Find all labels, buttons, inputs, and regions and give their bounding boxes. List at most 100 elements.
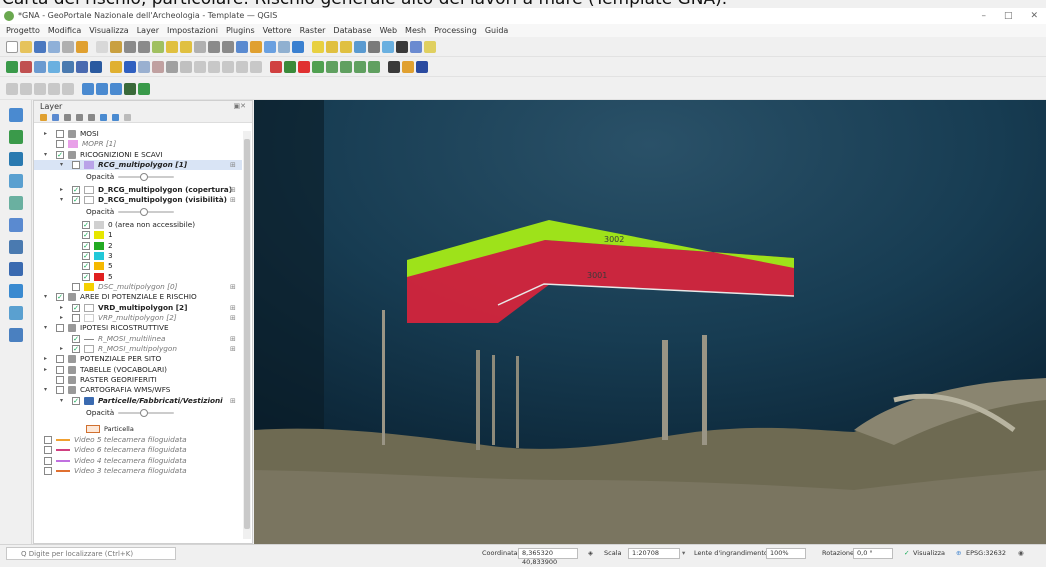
slider-handle[interactable] [140, 409, 148, 418]
new-geopackage-icon[interactable] [8, 130, 23, 144]
collapse-all-icon[interactable] [112, 113, 119, 121]
vertex-tool-icon[interactable] [152, 60, 164, 73]
menu-raster[interactable]: Raster [300, 24, 326, 37]
rotate-label-icon[interactable] [326, 60, 338, 73]
visibility-checkbox[interactable] [56, 376, 64, 385]
add-spatialite-icon[interactable] [62, 60, 74, 73]
move-feature-icon[interactable] [166, 60, 178, 73]
zoom-next-icon[interactable] [222, 40, 234, 53]
visibility-checkbox[interactable] [56, 140, 64, 149]
layer-rcg[interactable]: ▾ RCG_multipolygon [1] ⊞ [34, 160, 242, 171]
menu-plugins[interactable]: Plugins [226, 24, 255, 37]
diagram-tool-icon[interactable] [368, 60, 380, 73]
refresh-icon[interactable] [292, 40, 304, 53]
menu-guida[interactable]: Guida [485, 24, 508, 37]
maximize-icon[interactable]: □ [1004, 8, 1013, 24]
add-vector-layer-icon[interactable] [6, 60, 18, 73]
copy-features-icon[interactable] [208, 60, 220, 73]
visibility-checkbox[interactable] [72, 161, 80, 170]
class-checkbox[interactable]: ✓ [82, 231, 90, 240]
pin-label-icon[interactable] [284, 60, 296, 73]
measure-icon[interactable] [410, 40, 422, 53]
current-edits-icon[interactable] [6, 82, 18, 95]
menu-modifica[interactable]: Modifica [48, 24, 81, 37]
panel-close-icon[interactable]: ▣✕ [234, 101, 246, 112]
legend-class-5[interactable]: ✓ 5 [34, 272, 242, 282]
layer-video-5[interactable]: Video 5 telecamera filoguidata [34, 435, 242, 445]
expand-arrow-icon[interactable]: ▸ [44, 365, 47, 375]
redo-icon[interactable] [250, 60, 262, 73]
menu-mesh[interactable]: Mesh [405, 24, 426, 37]
new-shapefile-icon[interactable] [8, 152, 23, 166]
gna-tool-icon[interactable] [138, 82, 150, 95]
delete-selected-icon[interactable] [180, 60, 192, 73]
add-mesh-layer-icon[interactable] [8, 240, 23, 254]
class-checkbox[interactable]: ✓ [82, 241, 90, 250]
add-xyz-icon[interactable] [8, 306, 23, 320]
map-canvas[interactable]: 3002 3001 [254, 100, 1046, 544]
menu-layer[interactable]: Layer [137, 24, 159, 37]
class-checkbox[interactable]: ✓ [82, 251, 90, 260]
minimize-icon[interactable]: – [981, 8, 986, 24]
processing-toolbox-icon[interactable] [402, 60, 414, 73]
add-raster-layer-icon[interactable] [20, 60, 32, 73]
scale-combobox[interactable]: 1:20708 [628, 548, 680, 559]
visibility-checkbox[interactable] [72, 282, 80, 291]
plugin-icon[interactable] [416, 60, 428, 73]
manage-visibility-icon[interactable] [64, 113, 71, 121]
visibility-checkbox[interactable] [44, 435, 52, 444]
layer-video-4[interactable]: Video 4 telecamera filoguidata [34, 456, 242, 466]
statistics-icon[interactable] [382, 40, 394, 53]
visibility-checkbox[interactable]: ✓ [56, 150, 64, 159]
zoom-native-icon[interactable] [194, 40, 206, 53]
expand-arrow-icon[interactable]: ▸ [60, 185, 63, 195]
legend-class-2[interactable]: ✓ 2 [34, 241, 242, 251]
visibility-checkbox[interactable] [56, 130, 64, 138]
layer-mopr[interactable]: MOPR [1] [34, 139, 242, 149]
temporal-controller-icon[interactable] [250, 40, 262, 53]
zoom-layer-icon[interactable] [180, 40, 192, 53]
layer-r-mosi-multilinea[interactable]: ✓ R_MOSI_multilinea ⊞ [34, 334, 242, 344]
menu-visualizza[interactable]: Visualizza [89, 24, 128, 37]
legend-class-0[interactable]: ✓ 0 (area non accessibile) [34, 220, 242, 230]
menu-web[interactable]: Web [380, 24, 397, 37]
rotation-spinbox[interactable]: 0,0 ° [853, 548, 893, 559]
locator-search[interactable]: Q Digite per localizzare (Ctrl+K) [6, 547, 176, 560]
layer-group-ricognizioni[interactable]: ▾ ✓ RICOGNIZIONI E SCAVI [34, 150, 242, 160]
expand-arrow-icon[interactable]: ▸ [60, 313, 63, 323]
visibility-checkbox[interactable] [56, 355, 64, 364]
paste-features-icon[interactable] [222, 60, 234, 73]
slider-handle[interactable] [140, 173, 148, 182]
menu-vettore[interactable]: Vettore [263, 24, 292, 37]
menu-database[interactable]: Database [333, 24, 371, 37]
crs-label[interactable]: EPSG:32632 [966, 545, 1006, 561]
visibility-checkbox[interactable] [56, 386, 64, 395]
menu-processing[interactable]: Processing [434, 24, 477, 37]
scrollbar-thumb[interactable] [244, 139, 250, 529]
zoom-selection-icon[interactable] [166, 40, 178, 53]
collapse-arrow-icon[interactable]: ▾ [44, 323, 47, 333]
visibility-checkbox[interactable]: ✓ [72, 334, 80, 343]
pan-to-selection-icon[interactable] [110, 40, 122, 53]
add-delimited-text-icon[interactable] [34, 60, 46, 73]
collapse-arrow-icon[interactable]: ▾ [60, 160, 63, 170]
new-map-view-icon[interactable] [236, 40, 248, 53]
expand-arrow-icon[interactable]: ▸ [60, 344, 63, 354]
magnifier-spinbox[interactable]: 100% [766, 548, 806, 559]
layer-group-aree[interactable]: ▾ ✓ AREE DI POTENZIALE E RISCHIO [34, 292, 242, 302]
collapse-arrow-icon[interactable]: ▾ [60, 396, 63, 406]
deselect-icon[interactable] [340, 40, 352, 53]
layer-d-rcg-copertura[interactable]: ▸ ✓ D_RCG_multipolygon (copertura) ⊞ [34, 185, 242, 195]
collapse-arrow-icon[interactable]: ▾ [44, 385, 47, 395]
add-line-icon[interactable] [34, 82, 46, 95]
zoom-full-icon[interactable] [152, 40, 164, 53]
new-temporary-layer-icon[interactable] [8, 196, 23, 210]
gps-track-icon[interactable] [96, 82, 108, 95]
opacity-slider[interactable] [118, 409, 174, 418]
messages-icon[interactable]: ◉ [1018, 545, 1024, 561]
visibility-checkbox[interactable]: ✓ [72, 185, 80, 194]
expand-arrow-icon[interactable]: ▸ [44, 354, 47, 364]
open-data-source-icon[interactable] [8, 108, 23, 122]
georef-icon[interactable] [124, 82, 136, 95]
opacity-slider[interactable] [118, 173, 174, 182]
